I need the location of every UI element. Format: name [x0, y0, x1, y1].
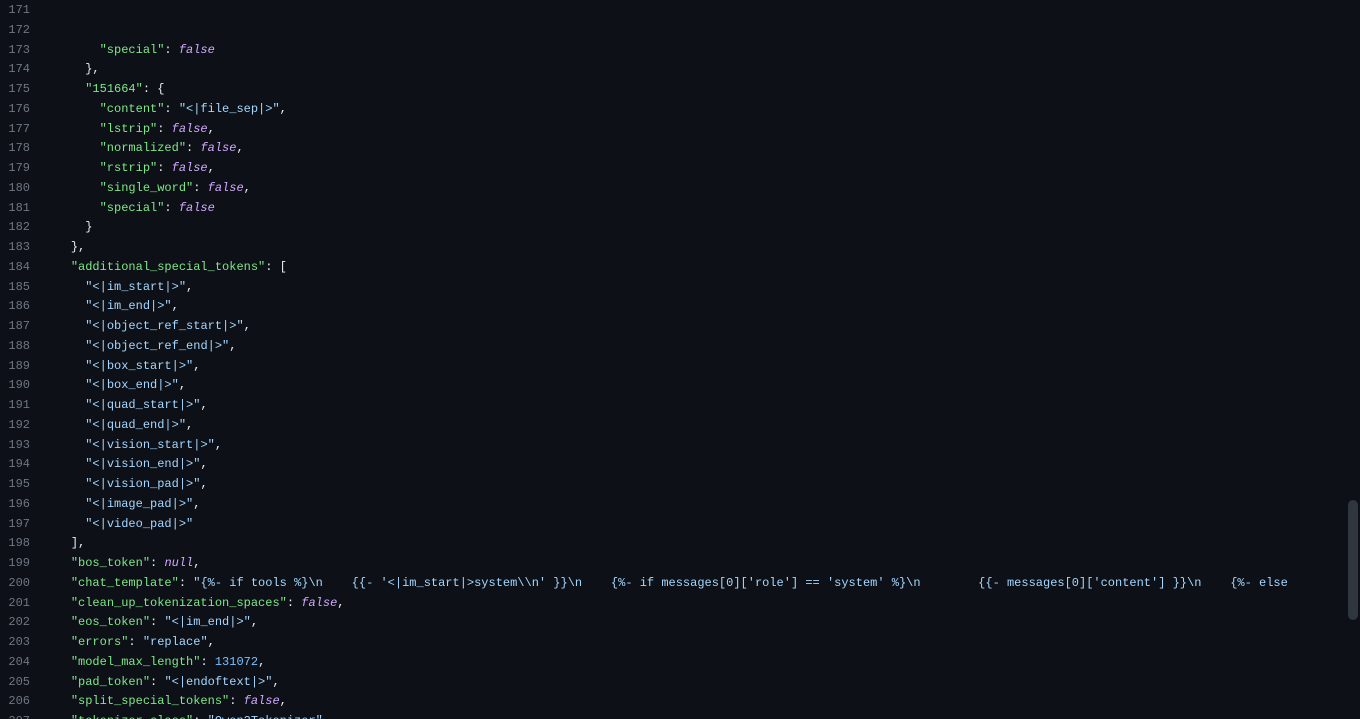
vertical-scroll-thumb[interactable]	[1348, 500, 1358, 620]
line-number: 186	[0, 297, 30, 317]
line-number: 196	[0, 495, 30, 515]
line-number: 197	[0, 515, 30, 535]
line-number: 172	[0, 21, 30, 41]
code-line[interactable]: "<|image_pad|>",	[42, 495, 1360, 515]
line-number: 202	[0, 613, 30, 633]
code-line[interactable]: "<|object_ref_end|>",	[42, 337, 1360, 357]
line-number: 188	[0, 337, 30, 357]
line-number: 176	[0, 100, 30, 120]
code-line[interactable]: "model_max_length": 131072,	[42, 653, 1360, 673]
line-number: 190	[0, 376, 30, 396]
vertical-scrollbar[interactable]	[1346, 0, 1360, 719]
line-number: 191	[0, 396, 30, 416]
line-number: 177	[0, 120, 30, 140]
code-line[interactable]: "pad_token": "<|endoftext|>",	[42, 673, 1360, 693]
code-line[interactable]: "special": false	[42, 199, 1360, 219]
line-number: 200	[0, 574, 30, 594]
code-line[interactable]: "151664": {	[42, 80, 1360, 100]
line-number: 184	[0, 258, 30, 278]
line-number: 181	[0, 199, 30, 219]
code-line[interactable]: "<|object_ref_start|>",	[42, 317, 1360, 337]
code-line[interactable]: "additional_special_tokens": [	[42, 258, 1360, 278]
code-line[interactable]: ],	[42, 534, 1360, 554]
line-number: 174	[0, 60, 30, 80]
line-number: 199	[0, 554, 30, 574]
code-line[interactable]: "bos_token": null,	[42, 554, 1360, 574]
line-number: 182	[0, 218, 30, 238]
line-number: 183	[0, 238, 30, 258]
code-line[interactable]: "lstrip": false,	[42, 120, 1360, 140]
code-line[interactable]: "<|vision_pad|>",	[42, 475, 1360, 495]
code-line[interactable]: "<|vision_end|>",	[42, 455, 1360, 475]
code-line[interactable]: "rstrip": false,	[42, 159, 1360, 179]
code-area[interactable]: "special": false }, "151664": { "content…	[42, 0, 1360, 719]
line-number: 179	[0, 159, 30, 179]
code-line[interactable]: "<|video_pad|>"	[42, 515, 1360, 535]
line-number: 205	[0, 673, 30, 693]
line-number: 204	[0, 653, 30, 673]
line-number: 195	[0, 475, 30, 495]
line-number: 187	[0, 317, 30, 337]
code-line[interactable]: "clean_up_tokenization_spaces": false,	[42, 594, 1360, 614]
line-number: 207	[0, 712, 30, 719]
line-number: 178	[0, 139, 30, 159]
line-number: 173	[0, 41, 30, 61]
code-line[interactable]: "special": false	[42, 41, 1360, 61]
line-number: 192	[0, 416, 30, 436]
code-line[interactable]: "eos_token": "<|im_end|>",	[42, 613, 1360, 633]
line-number: 203	[0, 633, 30, 653]
code-line[interactable]: "chat_template": "{%- if tools %}\n {{- …	[42, 574, 1360, 594]
code-line[interactable]: "<|quad_start|>",	[42, 396, 1360, 416]
code-editor: 1711721731741751761771781791801811821831…	[0, 0, 1360, 719]
code-line[interactable]: "tokenizer_class": "Qwen2Tokenizer",	[42, 712, 1360, 719]
line-number: 201	[0, 594, 30, 614]
code-line[interactable]: "<|box_start|>",	[42, 357, 1360, 377]
code-line[interactable]: "split_special_tokens": false,	[42, 692, 1360, 712]
line-number: 185	[0, 278, 30, 298]
line-number: 194	[0, 455, 30, 475]
line-number: 189	[0, 357, 30, 377]
line-number: 198	[0, 534, 30, 554]
code-line[interactable]: "single_word": false,	[42, 179, 1360, 199]
code-line[interactable]: },	[42, 60, 1360, 80]
line-number: 193	[0, 436, 30, 456]
line-number: 180	[0, 179, 30, 199]
line-number-gutter: 1711721731741751761771781791801811821831…	[0, 0, 42, 719]
code-line[interactable]: "content": "<|file_sep|>",	[42, 100, 1360, 120]
code-line[interactable]: "<|im_start|>",	[42, 278, 1360, 298]
code-line[interactable]: "<|box_end|>",	[42, 376, 1360, 396]
code-line[interactable]: "<|quad_end|>",	[42, 416, 1360, 436]
code-line[interactable]: "<|im_end|>",	[42, 297, 1360, 317]
code-line[interactable]: "normalized": false,	[42, 139, 1360, 159]
code-line[interactable]: },	[42, 238, 1360, 258]
line-number: 171	[0, 1, 30, 21]
code-line[interactable]: "errors": "replace",	[42, 633, 1360, 653]
line-number: 175	[0, 80, 30, 100]
code-line[interactable]: "<|vision_start|>",	[42, 436, 1360, 456]
line-number: 206	[0, 692, 30, 712]
code-line[interactable]: }	[42, 218, 1360, 238]
